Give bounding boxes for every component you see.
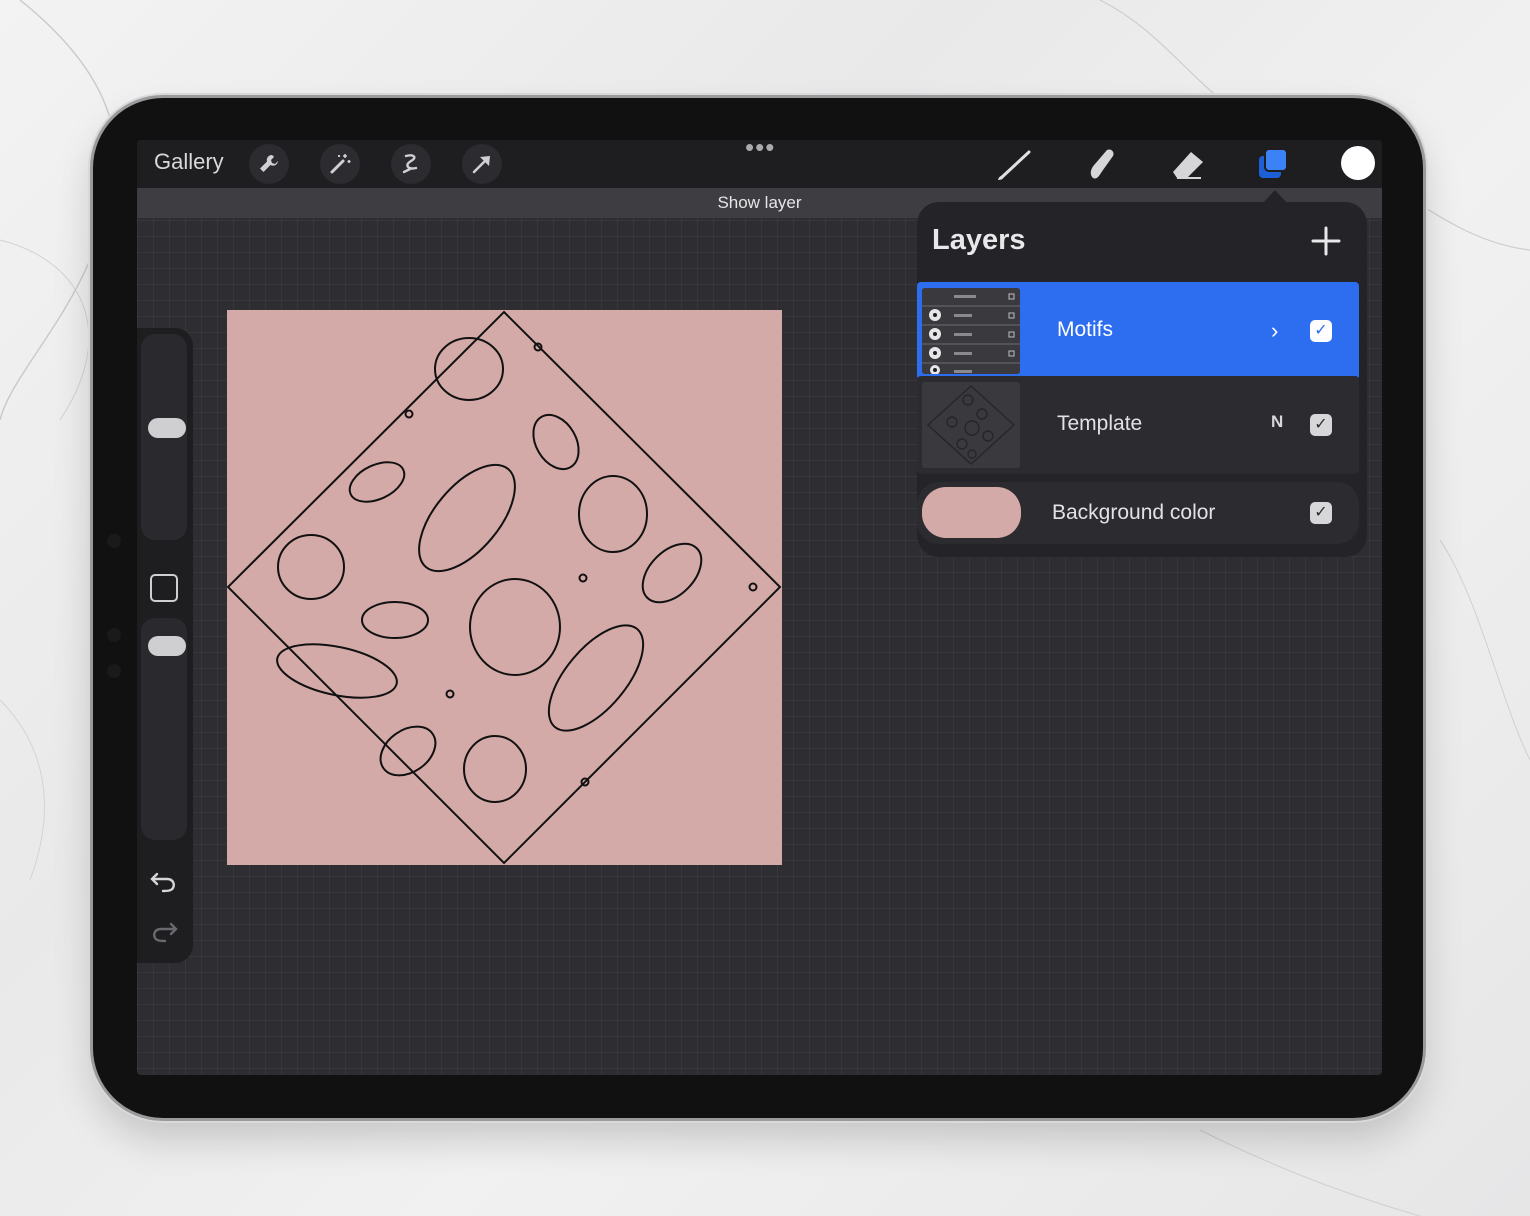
layer-row-motifs[interactable]: Motifs › ✓ [917, 282, 1359, 380]
layers-icon[interactable] [1251, 144, 1295, 184]
opacity-slider[interactable] [141, 618, 187, 840]
selection-icon[interactable] [391, 144, 431, 184]
redo-icon[interactable] [149, 918, 179, 944]
drawing-canvas[interactable] [227, 310, 782, 865]
sensor-dot [107, 628, 121, 642]
eraser-icon[interactable] [1165, 144, 1209, 184]
gallery-button[interactable]: Gallery [154, 149, 224, 175]
opacity-thumb[interactable] [148, 636, 186, 656]
visibility-checkbox-template[interactable]: ✓ [1310, 414, 1332, 436]
sensor-dot [107, 664, 121, 678]
smudge-icon[interactable] [1079, 144, 1123, 184]
visibility-checkbox-motifs[interactable]: ✓ [1310, 320, 1332, 342]
layer-name-template: Template [1057, 412, 1143, 435]
ellipsis-icon[interactable]: ••• [745, 140, 775, 160]
layer-thumbnail-motifs [922, 288, 1020, 374]
chevron-right-icon[interactable]: › [1271, 318, 1278, 344]
left-sidebar [137, 328, 193, 963]
undo-icon[interactable] [149, 868, 179, 894]
layer-name-motifs: Motifs [1057, 318, 1114, 341]
procreate-screen: Gallery ••• Show layer Layers Motifs › ✓… [137, 140, 1382, 1075]
top-toolbar: Gallery ••• [137, 140, 1382, 188]
layer-row-template[interactable]: Template N ✓ [917, 376, 1359, 474]
brush-size-thumb[interactable] [148, 418, 186, 438]
plus-icon[interactable] [1310, 225, 1342, 257]
transform-arrow-icon[interactable] [462, 144, 502, 184]
layer-name-background: Background color [1052, 501, 1216, 524]
camera-dot [107, 534, 121, 548]
blend-mode-indicator[interactable]: N [1271, 412, 1283, 432]
layers-panel-title: Layers [932, 224, 1026, 256]
layers-panel: Layers Motifs › ✓ Template N ✓ Backgroun… [917, 202, 1367, 557]
visibility-checkbox-background[interactable]: ✓ [1310, 502, 1332, 524]
layer-thumbnail-template [922, 382, 1020, 468]
brush-icon[interactable] [993, 144, 1037, 184]
background-color-swatch[interactable] [922, 487, 1021, 538]
modify-button[interactable] [150, 574, 178, 602]
magic-wand-icon[interactable] [320, 144, 360, 184]
color-picker-button[interactable] [1341, 146, 1375, 180]
brush-size-slider[interactable] [141, 334, 187, 540]
layer-row-background-color[interactable]: Background color ✓ [917, 482, 1359, 544]
wrench-icon[interactable] [249, 144, 289, 184]
